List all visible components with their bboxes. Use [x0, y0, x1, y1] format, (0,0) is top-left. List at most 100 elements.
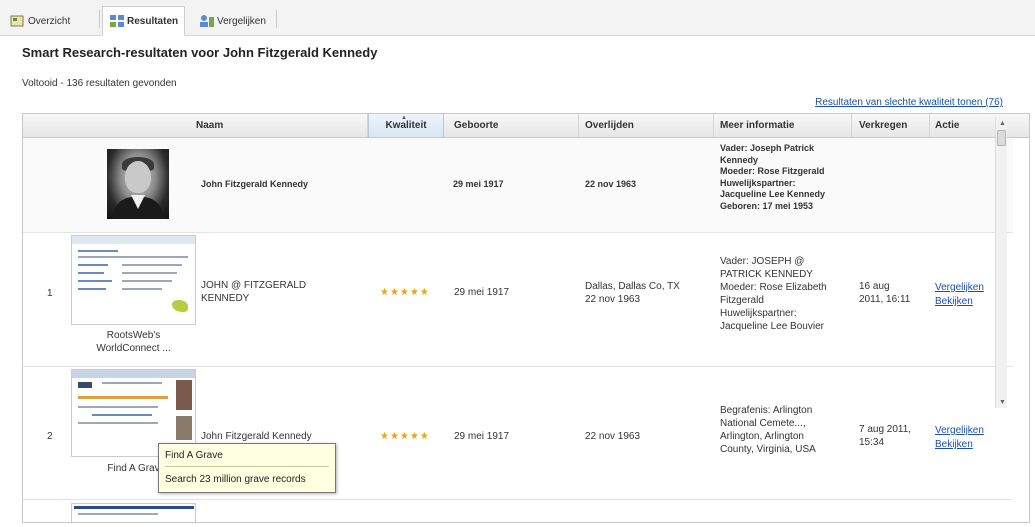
result-birth: 29 mei 1917 [454, 287, 510, 298]
tooltip-title: Find A Grave [165, 450, 223, 461]
acquired-line: 2011, 16:11 [859, 293, 911, 305]
person-birth: 29 mei 1917 [453, 179, 504, 189]
tooltip-text: Search 23 million grave records [165, 474, 306, 485]
thumb-line [78, 280, 112, 282]
result-more-info: Vader: JOSEPH @ PATRICK KENNEDY Moeder: … [720, 255, 827, 333]
death-line: Dallas, Dallas Co, TX [585, 281, 680, 292]
thumb-header-bar [72, 370, 195, 378]
thumb-line [122, 264, 182, 266]
tooltip-divider [165, 466, 329, 467]
tab-results[interactable]: Resultaten [102, 6, 186, 36]
column-divider [578, 114, 579, 137]
view-link[interactable]: Bekijken [935, 438, 984, 452]
tab-compare-label: Vergelijken [217, 15, 266, 27]
thumb-line [102, 382, 162, 384]
more-info-line: Fitzgerald [720, 295, 764, 306]
table-row[interactable] [23, 500, 1013, 522]
tab-divider [99, 10, 100, 28]
more-info-line: Jacqueline Lee Kennedy [720, 189, 826, 199]
quality-stars-icon: ★★★★★ [380, 287, 430, 298]
column-header-more[interactable]: Meer informatie [720, 120, 794, 131]
tab-divider [276, 10, 277, 28]
result-death: 22 nov 1963 [585, 431, 641, 442]
sort-arrow-icon: ▲ [401, 115, 407, 121]
column-divider [713, 114, 714, 137]
thumb-header-bar [72, 236, 195, 244]
column-header-birth[interactable]: Geboorte [454, 120, 498, 131]
person-more-info: Vader: Joseph Patrick Kennedy Moeder: Ro… [720, 143, 848, 231]
source-thumbnail[interactable] [71, 503, 196, 522]
person-row: John Fitzgerald Kennedy 29 mei 1917 22 n… [23, 138, 1013, 233]
compare-icon [199, 14, 214, 28]
caption-line: WorldConnect ... [96, 343, 171, 354]
page-title: Smart Research-resultaten voor John Fitz… [22, 45, 378, 60]
result-name: JOHN @ FITZGERALD KENNEDY [201, 280, 306, 305]
view-link[interactable]: Bekijken [935, 295, 984, 309]
more-info-line: Vader: Joseph Patrick [720, 143, 815, 153]
thumb-header-bar [74, 506, 194, 509]
tab-overview[interactable]: Overzicht [4, 6, 76, 36]
thumb-line [78, 288, 106, 290]
column-header-name[interactable]: Naam [196, 120, 223, 131]
thumb-line [122, 280, 172, 282]
tab-compare[interactable]: Vergelijken [193, 6, 272, 36]
show-low-quality-link[interactable]: Resultaten van slechte kwaliteit tonen (… [815, 97, 1003, 108]
thumb-line [122, 288, 162, 290]
more-info-line: Arlington, Arlington [720, 431, 804, 442]
more-info-line: County, Virginia, USA [720, 444, 816, 455]
tab-bar: Overzicht Resultaten Vergelijken [0, 0, 1035, 36]
person-photo [107, 149, 169, 219]
scroll-up-icon[interactable]: ▲ [999, 120, 1006, 127]
more-info-line: Begrafenis: Arlington [720, 405, 813, 416]
acquired-line: 16 aug [859, 281, 890, 292]
more-info-line: Jacqueline Lee Bouvier [720, 321, 824, 332]
more-info-line: Kennedy [720, 154, 759, 165]
column-divider [929, 114, 930, 137]
thumb-line [78, 513, 158, 515]
more-info-line: Moeder: Rose Elizabeth [720, 282, 827, 293]
more-info-line: Moeder: Rose Fitzgerald [720, 166, 825, 176]
person-death: 22 nov 1963 [585, 179, 637, 189]
thumb-line [78, 250, 118, 252]
column-header-quality[interactable]: ▲ Kwaliteit [368, 114, 444, 137]
name-line: KENNEDY [201, 292, 250, 304]
tooltip: Find A Grave Search 23 million grave rec… [158, 443, 336, 493]
thumb-line [78, 264, 108, 266]
compare-link[interactable]: Vergelijken [935, 281, 984, 295]
result-actions: Vergelijken Bekijken [935, 424, 984, 452]
more-info-line: National Cemete..., [720, 418, 806, 429]
compare-link[interactable]: Vergelijken [935, 424, 984, 438]
results-scrollbar[interactable]: ▲ ▼ [995, 118, 1007, 408]
thumb-line [78, 406, 158, 408]
result-acquired: 16 aug 2011, 16:11 [859, 281, 910, 306]
row-index: 1 [47, 288, 53, 299]
thumb-line [78, 272, 104, 274]
more-info-line: Huwelijkspartner: [720, 177, 796, 188]
overview-icon [10, 14, 24, 28]
row-index: 2 [47, 431, 53, 442]
table-row[interactable]: 1 RootsWeb's WorldConnect ... JOHN @ FIT… [23, 233, 1013, 367]
quality-stars-icon: ★★★★★ [380, 431, 430, 442]
column-header-death[interactable]: Overlijden [585, 120, 634, 131]
column-header-action: Actie [935, 120, 960, 131]
result-acquired: 7 aug 2011, 15:34 [859, 424, 911, 449]
column-header-acquired[interactable]: Verkregen [859, 120, 907, 131]
caption-line: RootsWeb's [106, 330, 161, 341]
person-name: John Fitzgerald Kennedy [201, 179, 309, 189]
result-actions: Vergelijken Bekijken [935, 281, 984, 309]
thumb-logo [78, 382, 92, 388]
thumb-line [92, 414, 152, 416]
thumb-photo [176, 380, 192, 410]
tab-overview-label: Overzicht [28, 15, 71, 27]
result-death: Dallas, Dallas Co, TX 22 nov 1963 [585, 281, 680, 306]
column-divider [851, 114, 852, 137]
scrollbar-thumb[interactable] [997, 130, 1006, 146]
face-shape [125, 161, 151, 193]
more-info-line: PATRICK KENNEDY [720, 269, 813, 280]
more-info-line: Geboren: 17 mei 1953 [720, 200, 814, 211]
status-text: Voltooid - 136 resultaten gevonden [22, 78, 177, 89]
thumb-line [78, 422, 158, 424]
source-thumbnail[interactable] [71, 235, 196, 325]
death-line: 22 nov 1963 [585, 293, 641, 305]
scroll-down-icon[interactable]: ▼ [999, 399, 1006, 406]
